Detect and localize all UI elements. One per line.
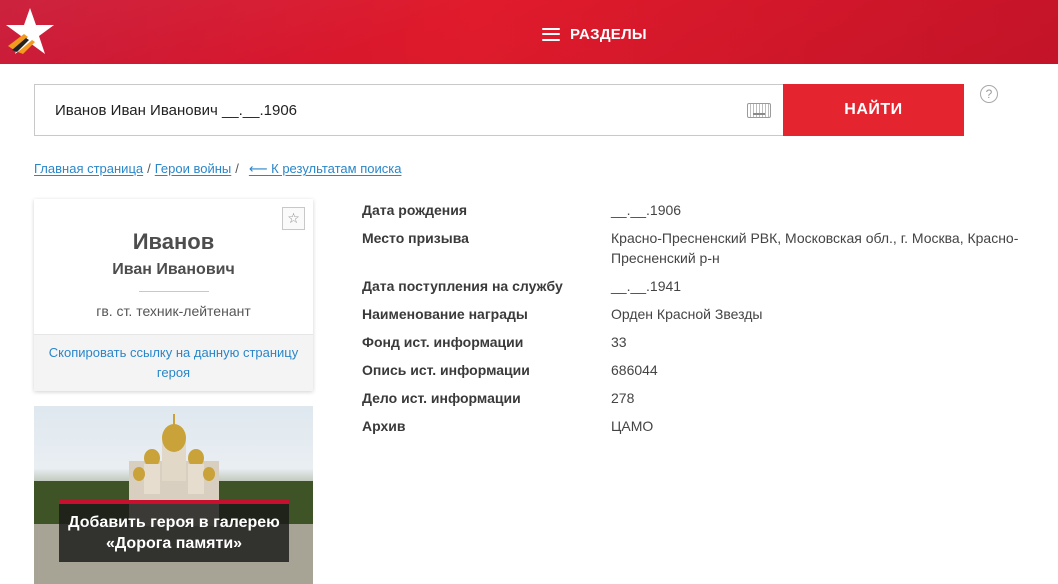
detail-label: Дата рождения <box>362 202 468 218</box>
detail-label: Опись ист. информации <box>362 362 530 378</box>
detail-label: Дата поступления на службу <box>362 278 563 294</box>
detail-value: 686044 <box>611 362 658 378</box>
hero-name: Иван Иванович <box>112 261 235 278</box>
detail-value: __.__.1906 <box>611 202 682 218</box>
hero-details: Дата рождения __.__.1906 Место призыва К… <box>362 200 1058 444</box>
detail-value: Орден Красной Звезды <box>611 306 763 322</box>
sections-menu-button[interactable]: РАЗДЕЛЫ <box>542 24 647 44</box>
hero-surname: Иванов <box>132 229 215 254</box>
detail-label: Дело ист. информации <box>362 390 521 406</box>
detail-value: ЦАМО <box>611 418 654 434</box>
detail-value: 33 <box>611 334 627 350</box>
hamburger-icon <box>542 27 560 41</box>
site-header: РАЗДЕЛЫ <box>0 0 1058 64</box>
detail-row: Дата рождения __.__.1906 <box>362 200 1058 220</box>
detail-row: Дата поступления на службу __.__.1941 <box>362 276 1058 296</box>
detail-row: Архив ЦАМО <box>362 416 1058 436</box>
hero-rank: гв. ст. техник-лейтенант <box>96 303 251 319</box>
detail-row: Опись ист. информации 686044 <box>362 360 1058 380</box>
copy-page-link[interactable]: Скопировать ссылку на данную страницу ге… <box>34 334 313 391</box>
breadcrumb-heroes-link[interactable]: Герои войны <box>155 161 232 177</box>
search-bar: НАЙТИ <box>34 84 964 136</box>
detail-row: Наименование награды Орден Красной Звезд… <box>362 304 1058 324</box>
breadcrumb-home-link[interactable]: Главная страница <box>34 161 143 177</box>
detail-value: __.__.1941 <box>611 278 682 294</box>
gallery-banner[interactable]: Добавить героя в галерею «Дорога памяти» <box>34 406 313 584</box>
star-logo-icon[interactable] <box>2 4 58 60</box>
search-field-wrapper <box>34 84 783 136</box>
detail-label: Фонд ист. информации <box>362 334 524 350</box>
detail-row: Дело ист. информации 278 <box>362 388 1058 408</box>
breadcrumb: Главная страница / Герои войны / ⟵ К рез… <box>34 161 401 177</box>
divider <box>139 291 209 292</box>
detail-value: 278 <box>611 390 635 406</box>
keyboard-icon[interactable] <box>747 103 771 118</box>
help-icon[interactable]: ? <box>980 85 998 103</box>
search-input[interactable] <box>35 85 735 135</box>
sections-menu-label: РАЗДЕЛЫ <box>570 25 647 43</box>
add-to-gallery-title[interactable]: Добавить героя в галерею «Дорога памяти» <box>59 504 289 562</box>
search-button[interactable]: НАЙТИ <box>783 84 964 136</box>
detail-label: Наименование награды <box>362 306 528 322</box>
hero-card: ☆ Иванов Иван Иванович гв. ст. техник-ле… <box>34 199 313 391</box>
breadcrumb-separator: / <box>147 161 151 176</box>
detail-label: Архив <box>362 418 406 434</box>
detail-label: Место призыва <box>362 230 469 246</box>
detail-value: Красно-Пресненский РВК, Московская обл.,… <box>611 230 1019 266</box>
detail-row: Место призыва Красно-Пресненский РВК, Мо… <box>362 228 1058 268</box>
breadcrumb-separator: / <box>235 161 239 176</box>
back-to-results-link[interactable]: ⟵ К результатам поиска <box>249 161 402 177</box>
favorite-star-icon[interactable]: ☆ <box>282 207 305 230</box>
detail-row: Фонд ист. информации 33 <box>362 332 1058 352</box>
